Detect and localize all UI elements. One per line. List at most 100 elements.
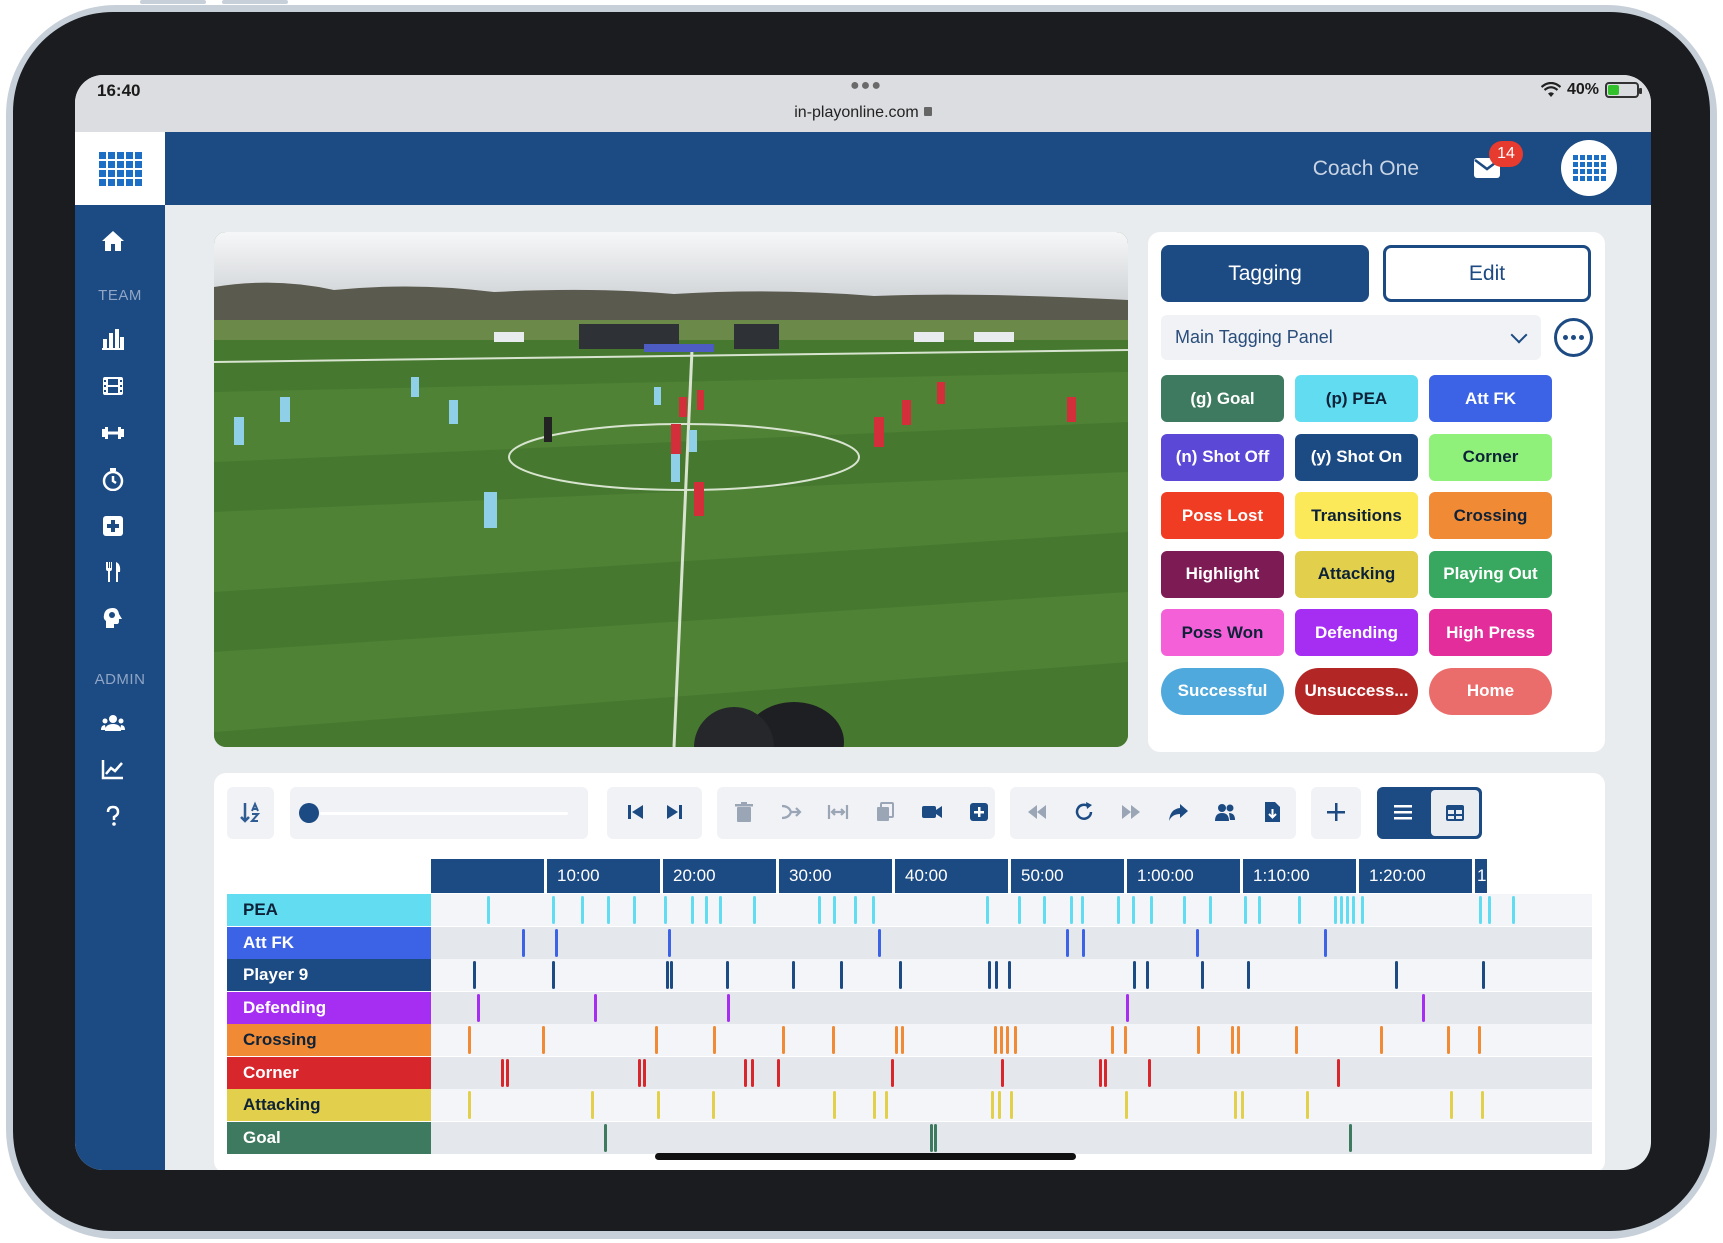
tag-marker[interactable] <box>839 961 843 989</box>
timeline-lane[interactable] <box>431 1121 1592 1154</box>
tag-button[interactable]: Poss Won <box>1161 609 1284 656</box>
stopwatch-icon[interactable] <box>101 467 125 491</box>
tag-marker[interactable] <box>1117 896 1121 924</box>
tag-marker[interactable] <box>1360 896 1364 924</box>
tag-marker[interactable] <box>1148 1058 1152 1087</box>
fork-knife-icon[interactable] <box>101 560 125 584</box>
tag-marker[interactable] <box>500 1058 504 1087</box>
video-camera-icon[interactable] <box>921 801 943 823</box>
tag-marker[interactable] <box>1334 896 1338 924</box>
tag-marker[interactable] <box>988 961 992 989</box>
sort-icon[interactable] <box>239 801 261 823</box>
tag-marker[interactable] <box>1010 1091 1014 1119</box>
replay-icon[interactable] <box>1073 801 1095 823</box>
tag-marker[interactable] <box>1446 1026 1450 1054</box>
brain-icon[interactable] <box>101 606 125 630</box>
tag-button[interactable]: Transitions <box>1295 492 1418 539</box>
tag-button[interactable]: Attacking <box>1295 550 1418 598</box>
tag-marker[interactable] <box>792 961 796 989</box>
add-square-icon[interactable] <box>968 801 990 823</box>
tag-marker[interactable] <box>831 1026 835 1054</box>
timeline-lane[interactable] <box>431 1089 1592 1121</box>
tag-marker[interactable] <box>607 896 611 924</box>
tag-marker[interactable] <box>1351 896 1355 924</box>
tag-marker[interactable] <box>1336 1058 1340 1087</box>
tag-marker[interactable] <box>1066 928 1070 957</box>
tag-marker[interactable] <box>486 896 490 924</box>
timeline-lane[interactable] <box>431 926 1592 959</box>
tag-marker[interactable] <box>603 1123 607 1152</box>
timeline-row-label[interactable]: PEA <box>227 894 431 926</box>
avatar[interactable] <box>1561 140 1617 196</box>
timeline-row-label[interactable]: Corner <box>227 1056 431 1089</box>
tag-marker[interactable] <box>1005 1026 1009 1054</box>
line-chart-icon[interactable] <box>101 757 125 781</box>
list-view-icon[interactable] <box>1392 801 1414 823</box>
tag-marker[interactable] <box>1082 928 1086 957</box>
tag-marker[interactable] <box>1247 961 1251 989</box>
tag-button[interactable]: Successful <box>1161 667 1284 715</box>
tag-marker[interactable] <box>1236 1026 1240 1054</box>
tag-marker[interactable] <box>1487 896 1491 924</box>
timeline-lane[interactable] <box>431 991 1592 1024</box>
tag-marker[interactable] <box>468 1026 472 1054</box>
tag-marker[interactable] <box>1013 1026 1017 1054</box>
tag-marker[interactable] <box>665 961 669 989</box>
tag-button[interactable]: Corner <box>1429 433 1552 481</box>
tag-marker[interactable] <box>1306 1091 1310 1119</box>
tag-marker[interactable] <box>1008 961 1012 989</box>
tag-marker[interactable] <box>1126 993 1130 1022</box>
more-dots-icon[interactable]: ●●● <box>850 77 882 95</box>
tag-marker[interactable] <box>832 1091 836 1119</box>
tag-marker[interactable] <box>551 896 555 924</box>
tag-marker[interactable] <box>713 1026 717 1054</box>
tag-button[interactable]: (y) Shot On <box>1295 433 1418 481</box>
tag-button[interactable]: High Press <box>1429 609 1552 656</box>
more-options-button[interactable] <box>1554 318 1593 357</box>
tag-marker[interactable] <box>1104 1058 1108 1087</box>
tag-marker[interactable] <box>1146 961 1150 989</box>
tag-marker[interactable] <box>593 993 597 1022</box>
tag-marker[interactable] <box>521 928 525 957</box>
tag-marker[interactable] <box>1098 1058 1102 1087</box>
timeline-lane[interactable] <box>431 1024 1592 1056</box>
tag-marker[interactable] <box>781 1026 785 1054</box>
tag-marker[interactable] <box>1349 1123 1353 1152</box>
tag-marker[interactable] <box>1208 896 1212 924</box>
tag-marker[interactable] <box>1042 896 1046 924</box>
tag-marker[interactable] <box>1069 896 1073 924</box>
rewind-icon[interactable] <box>1026 801 1048 823</box>
tag-marker[interactable] <box>655 1026 659 1054</box>
tag-button[interactable]: Unsuccess... <box>1295 667 1418 715</box>
merge-icon[interactable] <box>780 801 802 823</box>
timeline-row-label[interactable]: Defending <box>227 991 431 1024</box>
tag-marker[interactable] <box>711 1091 715 1119</box>
tag-marker[interactable] <box>643 1058 647 1087</box>
help-icon[interactable] <box>101 804 125 828</box>
tag-marker[interactable] <box>817 896 821 924</box>
export-icon[interactable] <box>1261 801 1283 823</box>
tag-marker[interactable] <box>853 896 857 924</box>
tag-marker[interactable] <box>542 1026 546 1054</box>
tag-marker[interactable] <box>667 928 671 957</box>
tag-marker[interactable] <box>551 961 555 989</box>
tag-marker[interactable] <box>1133 961 1137 989</box>
timeline-row-label[interactable]: Crossing <box>227 1024 431 1056</box>
tag-marker[interactable] <box>994 1026 998 1054</box>
tag-marker[interactable] <box>1511 896 1515 924</box>
tag-marker[interactable] <box>727 993 731 1022</box>
tag-button[interactable]: Defending <box>1295 609 1418 656</box>
tag-marker[interactable] <box>1345 896 1349 924</box>
tag-button[interactable]: Att FK <box>1429 375 1552 422</box>
tag-marker[interactable] <box>1234 1091 1238 1119</box>
tag-marker[interactable] <box>1018 896 1022 924</box>
tag-button[interactable]: Playing Out <box>1429 550 1552 598</box>
tag-marker[interactable] <box>877 928 881 957</box>
tag-marker[interactable] <box>895 1026 899 1054</box>
tag-marker[interactable] <box>1298 896 1302 924</box>
expand-icon[interactable] <box>827 801 849 823</box>
tag-marker[interactable] <box>751 1058 755 1087</box>
tag-marker[interactable] <box>1450 1091 1454 1119</box>
tag-marker[interactable] <box>1200 961 1204 989</box>
film-icon[interactable] <box>101 374 125 398</box>
